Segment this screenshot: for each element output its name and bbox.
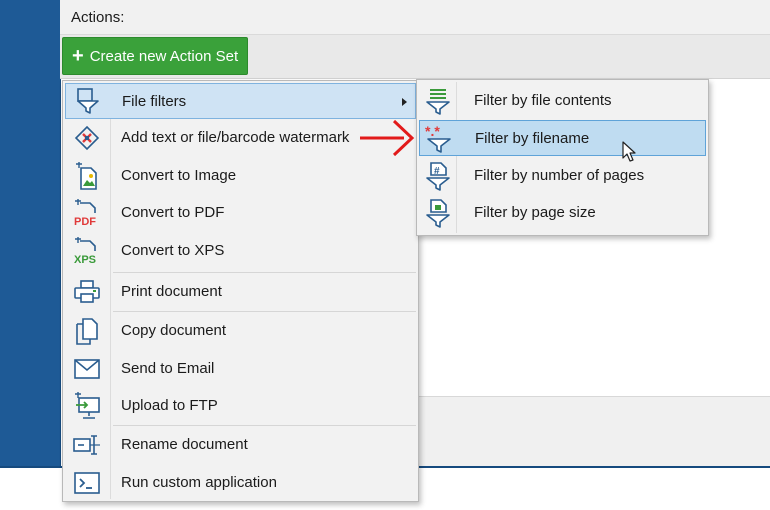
email-icon (65, 351, 109, 387)
menu-item-copy-document[interactable]: Copy document (65, 313, 416, 349)
create-action-set-button[interactable]: + Create new Action Set (62, 37, 248, 75)
ftp-upload-icon (65, 388, 109, 424)
pdf-glyph: PDF (74, 216, 96, 227)
menu-item-label: Add text or file/barcode watermark (121, 129, 350, 146)
menu-item-label: Print document (121, 283, 222, 300)
plus-icon: + (72, 45, 84, 67)
mouse-cursor-icon (622, 141, 636, 162)
watermark-icon (65, 120, 109, 156)
copy-document-icon (65, 313, 109, 349)
filter-filename-icon: *.* (420, 120, 458, 156)
xps-glyph: XPS (74, 254, 96, 265)
submenu-arrow-icon (402, 98, 407, 106)
convert-pdf-icon: PDF (65, 195, 109, 231)
hash-glyph: # (434, 166, 440, 177)
menu-item-convert-xps[interactable]: XPS Convert to XPS (65, 233, 416, 269)
annotation-arrow-icon (360, 119, 415, 157)
menu-item-rename-document[interactable]: Rename document (65, 427, 416, 463)
menu-item-convert-image[interactable]: Convert to Image (65, 158, 416, 194)
menu-item-upload-ftp[interactable]: Upload to FTP (65, 388, 416, 424)
menu-item-label: File filters (122, 93, 187, 110)
menu-item-print-document[interactable]: Print document (65, 274, 416, 310)
submenu-item-label: Filter by page size (474, 204, 596, 221)
menu-item-send-email[interactable]: Send to Email (65, 351, 416, 387)
submenu-item-label: Filter by number of pages (474, 167, 645, 184)
convert-image-icon (65, 158, 109, 194)
submenu-item-label: Filter by filename (475, 130, 590, 147)
menu-item-label: Upload to FTP (121, 397, 218, 414)
submenu-item-filter-file-contents[interactable]: Filter by file contents (419, 83, 706, 119)
submenu-item-filter-page-size[interactable]: Filter by page size (419, 195, 706, 231)
create-action-set-label: Create new Action Set (89, 47, 239, 65)
menu-item-convert-pdf[interactable]: PDF Convert to PDF (65, 195, 416, 231)
filter-contents-icon (419, 83, 457, 119)
filter-page-size-icon (419, 195, 457, 231)
actions-header: Actions: (60, 0, 770, 35)
left-side-panel (0, 0, 60, 466)
menu-item-label: Rename document (121, 436, 248, 453)
submenu-item-filter-number-of-pages[interactable]: # Filter by number of pages (419, 158, 706, 194)
menu-item-label: Convert to PDF (121, 204, 225, 221)
rename-icon (65, 427, 109, 463)
file-filters-submenu: Filter by file contents *.* Filter by fi… (416, 79, 709, 236)
filter-pages-icon: # (419, 158, 457, 194)
menu-item-run-custom-application[interactable]: Run custom application (65, 465, 416, 501)
menu-item-file-filters[interactable]: File filters (65, 83, 416, 119)
printer-icon (65, 274, 109, 310)
terminal-icon (65, 465, 109, 501)
menu-separator (113, 272, 416, 273)
menu-item-label: Run custom application (121, 474, 277, 491)
file-filters-icon (66, 83, 110, 119)
menu-item-label: Convert to XPS (121, 242, 225, 259)
actions-label: Actions: (71, 9, 125, 26)
submenu-item-label: Filter by file contents (474, 92, 612, 109)
wildcard-glyph: *.* (425, 123, 440, 139)
submenu-item-filter-filename[interactable]: *.* Filter by filename (419, 120, 706, 156)
menu-separator (113, 311, 416, 312)
menu-item-label: Send to Email (121, 360, 215, 377)
menu-item-label: Copy document (121, 322, 227, 339)
bottom-panel (418, 396, 770, 467)
screen: Actions: + Create new Action Set File fi… (0, 0, 770, 510)
convert-xps-icon: XPS (65, 233, 109, 269)
menu-separator (113, 425, 416, 426)
menu-item-label: Convert to Image (121, 167, 237, 184)
